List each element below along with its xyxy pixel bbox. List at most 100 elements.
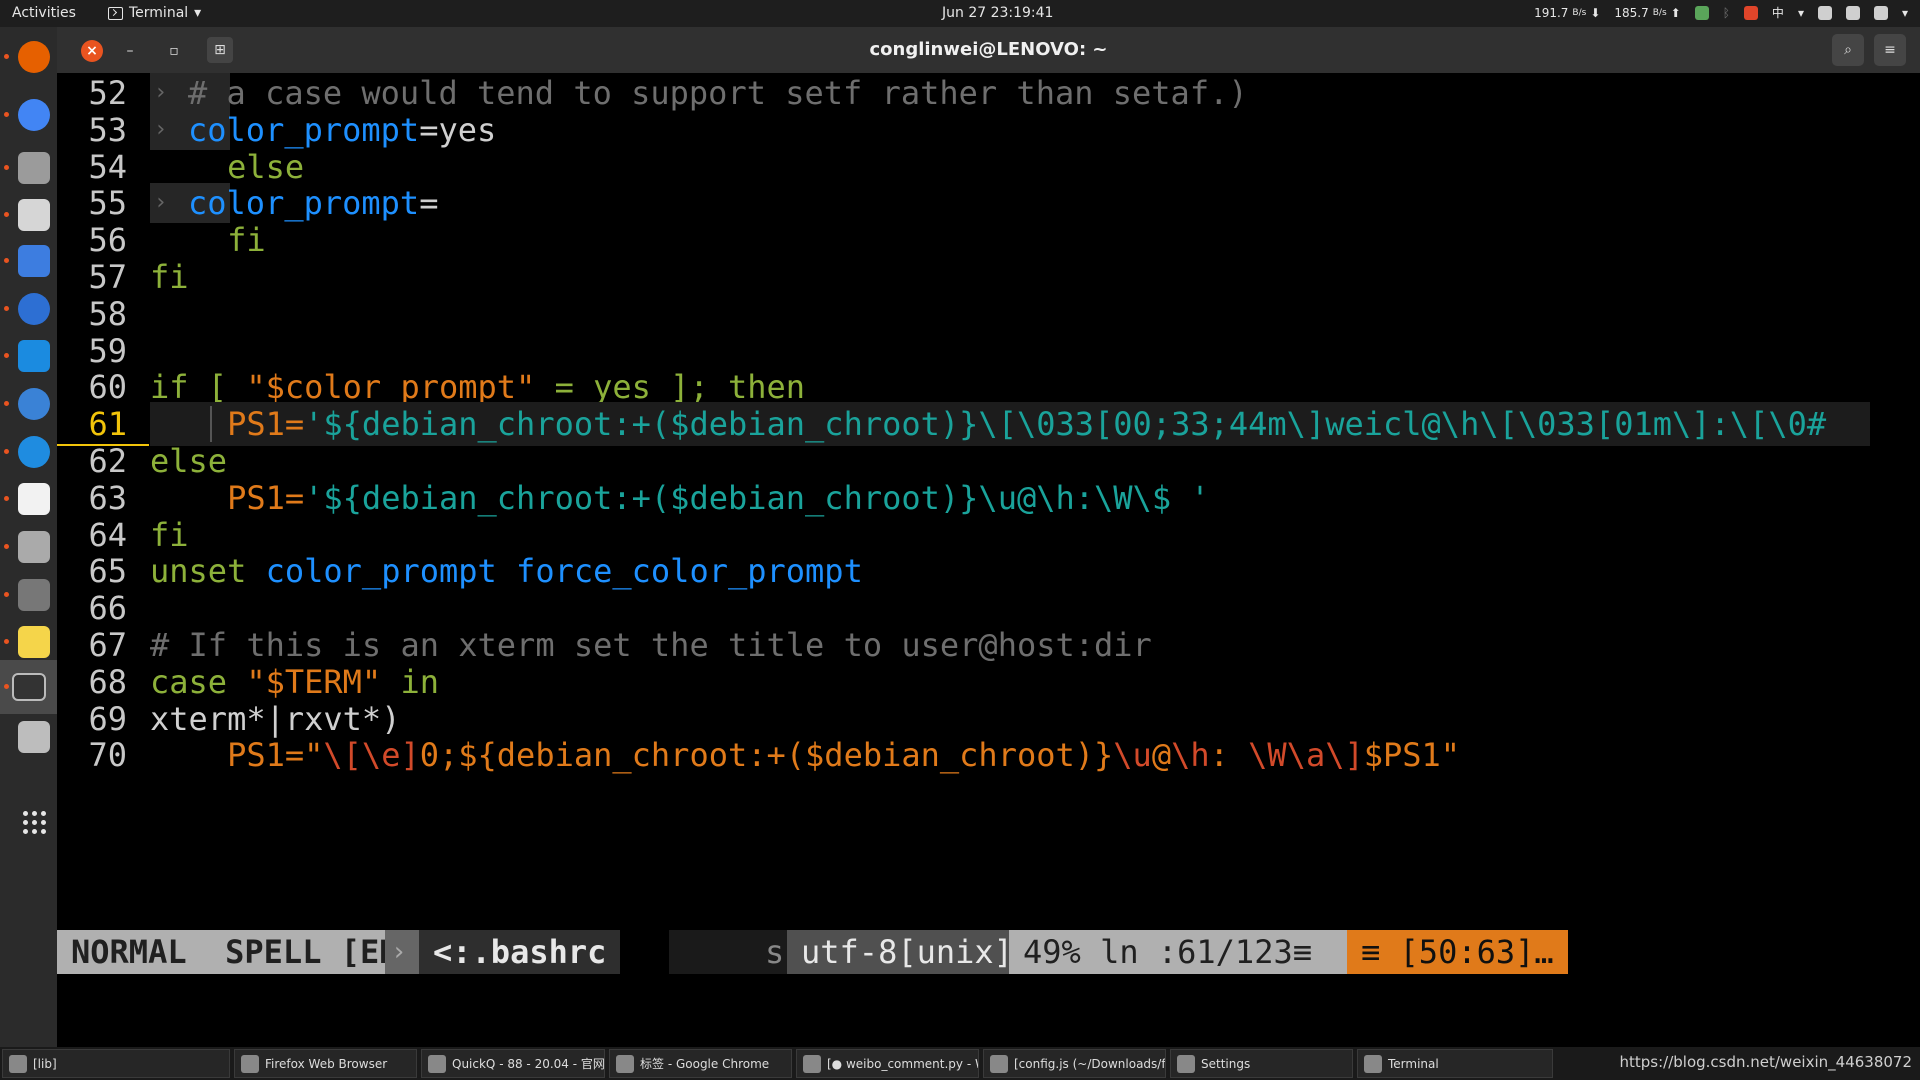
taskbar-item[interactable]: QuickQ - 88 - 20.04 - 官网:1js.... <box>421 1049 605 1078</box>
vim-statusline: NORMAL SPELL [EN] › › <:.bashrc sh utf-8… <box>57 930 1892 974</box>
system-tray: 191.7 B/s ⬇ 185.7 B/s ⬆ ᛒ 中 ▾ ▾ <box>1534 4 1908 21</box>
activities-button[interactable]: Activities <box>12 5 76 21</box>
app-menu-label: Terminal <box>129 5 189 21</box>
code-token: " <box>304 736 324 775</box>
taskbar: [lib] Firefox Web Browser QuickQ - 88 - 20… <box>0 1047 1920 1080</box>
app-w-icon <box>18 293 50 325</box>
dock-item-settings[interactable] <box>14 195 54 235</box>
running-indicator <box>4 306 9 311</box>
search-button[interactable]: ⌕ <box>1832 34 1864 66</box>
code-token: PS1= <box>150 478 305 517</box>
taskbar-item[interactable]: [lib] <box>2 1049 230 1078</box>
taskbar-item-label: Firefox Web Browser <box>265 1056 388 1071</box>
editor-line: 70 PS1="\[\e]0;${debian_chroot:+($debian… <box>57 733 1892 777</box>
chevron-down-icon: ▾ <box>1797 5 1804 20</box>
dock-item-vscode[interactable] <box>14 336 54 376</box>
running-indicator <box>4 258 9 263</box>
taskbar-item[interactable]: Firefox Web Browser <box>234 1049 417 1078</box>
code-token: case <box>150 662 247 701</box>
taskbar-app-icon <box>1177 1054 1195 1073</box>
dock-item-app-w[interactable] <box>14 289 54 329</box>
taskbar-item[interactable]: 标签 - Google Chrome <box>609 1049 792 1078</box>
dock-item-system-monitor[interactable] <box>14 527 54 567</box>
quickq-icon <box>18 436 50 468</box>
net-up: 185.7 B/s ⬆ <box>1614 5 1681 20</box>
dock-item-activity[interactable] <box>14 575 54 615</box>
running-indicator <box>4 544 9 549</box>
watermark: https://blog.csdn.net/weixin_44638072 <box>1619 1053 1912 1071</box>
chevron-down-icon: ▾ <box>194 5 202 21</box>
running-indicator <box>4 165 9 170</box>
dock-item-bluetooth[interactable] <box>14 384 54 424</box>
file-encoding: utf-8[unix] <box>787 930 1027 974</box>
input-method[interactable]: 中 <box>1772 4 1784 21</box>
taskbar-item[interactable]: [config.js (~/Downloads/fany... <box>983 1049 1166 1078</box>
taskbar-app-icon <box>1364 1054 1382 1073</box>
text-editor-icon <box>18 626 50 658</box>
code-token: "$color_prompt" <box>246 368 536 407</box>
code-token: fi <box>150 221 266 260</box>
code-token: fi <box>150 515 189 554</box>
running-indicator <box>4 592 9 597</box>
code-token: in <box>381 662 439 701</box>
taskbar-item-label: Settings <box>1201 1056 1251 1071</box>
dock-item-qq[interactable] <box>14 479 54 519</box>
running-indicator <box>4 54 9 59</box>
taskbar-app-icon <box>990 1054 1008 1073</box>
taskbar-app-icon <box>803 1054 821 1073</box>
arrow-up-icon: ⬆ <box>1670 5 1681 20</box>
dock-item-quickq[interactable] <box>14 432 54 472</box>
app-blue-icon <box>18 245 50 277</box>
code-token: PS1= <box>150 736 305 775</box>
arrow-down-icon: ⬇ <box>1590 5 1601 20</box>
terminal-icon <box>11 673 46 701</box>
code-token: $PS1" <box>1363 736 1461 775</box>
code-text: PS1="\[\e]0;${debian_chroot:+($debian_ch… <box>150 733 1460 777</box>
code-token: fi <box>150 258 189 296</box>
code-token: \u <box>1113 736 1152 775</box>
dock-item-firefox[interactable] <box>14 37 54 77</box>
qq-icon <box>18 483 50 515</box>
terminal-content[interactable]: NORMAL SPELL [EN] › › <:.bashrc sh utf-8… <box>57 73 1920 1047</box>
running-indicator <box>4 639 9 644</box>
taskbar-app-icon <box>9 1054 27 1073</box>
dock <box>0 27 57 1047</box>
dock-item-text-editor[interactable] <box>14 622 54 662</box>
code-token: color_prompt <box>188 110 420 149</box>
code-token: = <box>419 184 439 223</box>
taskbar-item[interactable]: [● weibo_comment.py - Wei... <box>796 1049 979 1078</box>
dock-item-app-blue[interactable] <box>14 241 54 281</box>
show-applications-button[interactable] <box>14 802 54 842</box>
app-tray-icon[interactable] <box>1743 5 1758 20</box>
volume-icon[interactable] <box>1845 5 1860 20</box>
code-token: xterm*|rxvt*) <box>150 699 401 738</box>
warning-indicator: ≡ [50:63]… <box>1347 930 1568 974</box>
running-indicator <box>4 353 9 358</box>
taskbar-item[interactable]: Settings <box>1170 1049 1353 1078</box>
menu-button[interactable]: ≡ <box>1874 34 1906 66</box>
vscode-icon <box>18 340 50 372</box>
taskbar-item-label: [lib] <box>33 1056 57 1071</box>
dock-item-chrome[interactable] <box>14 95 54 135</box>
taskbar-item-label: [● weibo_comment.py - Wei... <box>827 1056 978 1071</box>
dock-item-trash[interactable] <box>14 717 54 757</box>
network-icon[interactable] <box>1817 5 1832 20</box>
taskbar-app-icon <box>428 1054 446 1073</box>
bluetooth-icon[interactable]: ᛒ <box>1723 6 1730 20</box>
code-token: \[\e] <box>323 736 420 775</box>
dock-item-files[interactable] <box>14 148 54 188</box>
running-indicator <box>4 684 9 689</box>
app-menu[interactable]: Terminal ▾ <box>108 5 201 21</box>
running-indicator <box>4 212 9 217</box>
clock[interactable]: Jun 27 23:19:41 <box>942 5 1053 21</box>
bluetooth-icon <box>18 388 50 420</box>
taskbar-item-label: [config.js (~/Downloads/fany... <box>1014 1056 1166 1071</box>
code-token: = <box>535 368 594 407</box>
code-token: 0;${debian_chroot:+($debian_chroot)} <box>419 736 1114 775</box>
battery-icon[interactable] <box>1873 5 1888 20</box>
code-token: : <box>1209 736 1249 775</box>
terminal-icon <box>108 6 123 20</box>
code-token: PS1= <box>150 405 305 444</box>
taskbar-item[interactable]: Terminal <box>1357 1049 1553 1078</box>
shield-icon[interactable] <box>1694 5 1709 20</box>
